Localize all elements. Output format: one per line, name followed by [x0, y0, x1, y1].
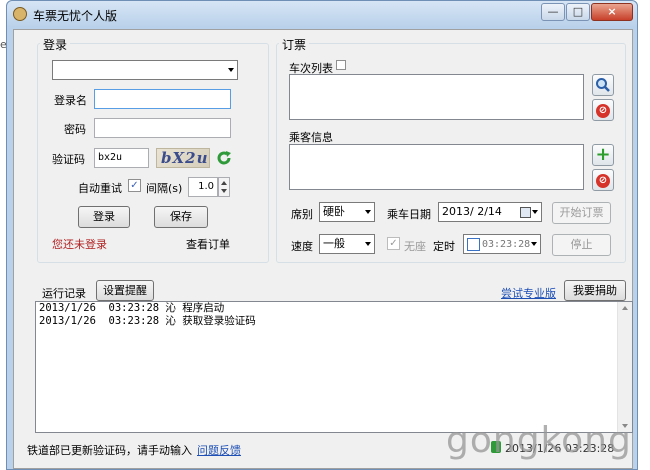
try-pro-link[interactable]: 尝试专业版	[501, 285, 556, 301]
search-icon	[596, 78, 610, 92]
speed-select[interactable]: 一般	[319, 234, 375, 254]
add-passenger-button[interactable]: +	[592, 144, 614, 166]
order-group-title: 订票	[279, 36, 310, 53]
close-button[interactable]: ×	[591, 3, 633, 21]
timer-picker[interactable]: 03:23:28	[463, 234, 541, 254]
chevron-down-icon	[531, 242, 537, 246]
interval-spinner[interactable]	[218, 177, 230, 197]
no-seat-label: 无座	[404, 240, 426, 253]
passenger-label: 乘客信息	[289, 131, 333, 144]
chevron-down-icon	[532, 210, 538, 214]
train-list[interactable]	[289, 74, 584, 120]
app-window: 车票无忧个人版 — □ × 登录 登录名 密码 验证码 bx2u bX2u 自动…	[6, 0, 638, 470]
minimize-button[interactable]: —	[541, 3, 565, 21]
log-line: 2013/1/26 03:23:28 沁 程序启动	[39, 302, 225, 314]
status-message: 铁道部已更新验证码，请手动输入	[27, 444, 192, 457]
speed-label: 速度	[291, 240, 313, 253]
auto-retry-label: 自动重试	[78, 182, 122, 195]
stop-button[interactable]: 停止	[552, 234, 611, 256]
no-seat-checkbox[interactable]: ✓	[387, 237, 400, 250]
login-group-title: 登录	[40, 36, 71, 53]
spin-up-icon[interactable]	[221, 181, 227, 185]
start-order-button[interactable]: 开始订票	[552, 202, 611, 224]
scroll-up-icon[interactable]	[622, 306, 628, 310]
date-label: 乘车日期	[387, 208, 431, 221]
seat-label: 席别	[291, 208, 313, 221]
spin-down-icon[interactable]	[221, 189, 227, 193]
captcha-input[interactable]: bx2u	[94, 148, 149, 168]
date-picker[interactable]: 2013/ 2/14	[438, 202, 542, 222]
title-bar[interactable]: 车票无忧个人版 — □ ×	[7, 1, 637, 27]
chevron-down-icon	[228, 68, 234, 72]
add-icon: +	[595, 144, 611, 165]
calendar-icon[interactable]	[520, 207, 531, 218]
remove-train-button[interactable]: ⊘	[592, 99, 614, 121]
log-label: 运行记录	[42, 287, 86, 300]
username-label: 登录名	[54, 94, 87, 107]
feedback-link[interactable]: 问题反馈	[197, 442, 241, 458]
train-list-checkbox[interactable]	[336, 60, 346, 70]
chevron-down-icon	[365, 242, 371, 246]
interval-input[interactable]: 1.0	[188, 177, 218, 197]
app-icon	[13, 7, 27, 21]
passenger-list[interactable]	[289, 144, 584, 190]
window-title: 车票无忧个人版	[33, 9, 118, 23]
remove-icon: ⊘	[596, 174, 610, 188]
refresh-icon[interactable]	[215, 149, 233, 167]
log-scrollbar[interactable]	[617, 302, 632, 432]
view-orders-link[interactable]: 查看订单	[186, 236, 230, 252]
save-button[interactable]: 保存	[154, 206, 208, 228]
log-textarea[interactable]: 2013/1/26 03:23:28 沁 程序启动 2013/1/26 03:2…	[35, 301, 633, 433]
chevron-down-icon	[365, 210, 371, 214]
interval-label: 间隔(s)	[146, 182, 183, 195]
username-input[interactable]	[94, 89, 231, 109]
auto-retry-checkbox[interactable]: ✓	[128, 179, 141, 192]
donate-button[interactable]: 我要捐助	[564, 280, 626, 301]
log-line: 2013/1/26 03:23:28 沁 获取登录验证码	[39, 315, 256, 327]
timer-label: 定时	[433, 240, 455, 253]
password-input[interactable]	[94, 118, 231, 138]
captcha-label: 验证码	[52, 153, 85, 166]
maximize-button[interactable]: □	[566, 3, 590, 21]
login-button[interactable]: 登录	[78, 206, 130, 228]
remove-passenger-button[interactable]: ⊘	[592, 169, 614, 191]
captcha-image[interactable]: bX2u	[156, 148, 210, 168]
account-combo[interactable]	[52, 60, 238, 80]
remove-icon: ⊘	[596, 104, 610, 118]
seat-select[interactable]: 硬卧	[319, 202, 375, 222]
login-status-text: 您还未登录	[52, 238, 107, 251]
watermark-text: gongkong	[446, 420, 632, 461]
captcha-image-text: bX2u	[161, 149, 209, 167]
password-label: 密码	[64, 123, 86, 136]
timer-checkbox[interactable]	[467, 238, 480, 251]
search-train-button[interactable]	[592, 74, 614, 96]
set-reminder-button[interactable]: 设置提醒	[96, 280, 154, 301]
